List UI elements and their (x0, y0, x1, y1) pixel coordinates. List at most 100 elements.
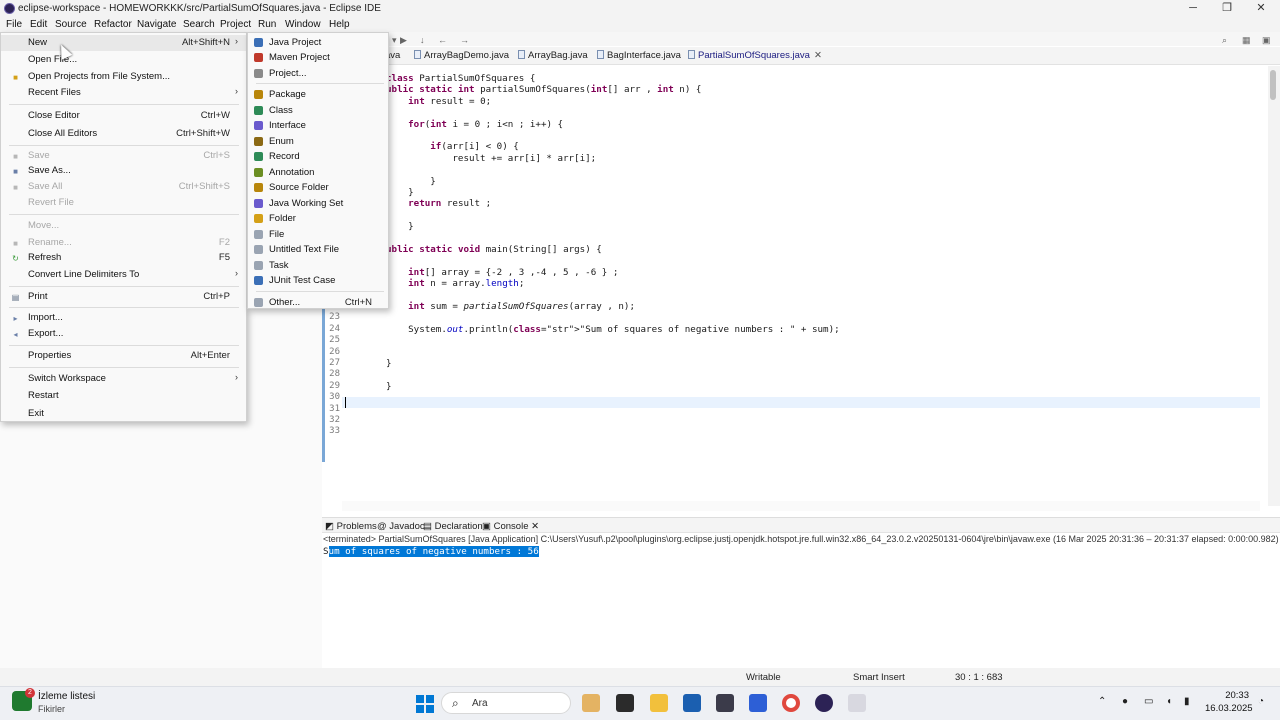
submenu-item[interactable]: Other... Ctrl+N (248, 295, 388, 310)
menu-help[interactable]: Help (329, 19, 350, 30)
forward-icon[interactable]: → (460, 35, 469, 45)
menu-item-save-as[interactable]: ■ Save As... (1, 163, 246, 179)
submenu-item[interactable]: Interface (248, 118, 388, 133)
snipping-tool-icon[interactable] (848, 694, 866, 712)
search-icon[interactable]: ⌕ (1222, 35, 1227, 46)
submenu-item[interactable]: Maven Project (248, 50, 388, 65)
terminal-icon[interactable] (616, 694, 634, 712)
menu-search[interactable]: Search (183, 19, 215, 30)
menu-project[interactable]: Project (220, 19, 251, 30)
tray-chevron-icon[interactable]: ⌃ (1098, 696, 1106, 707)
perspective-icon[interactable]: ▦ (1242, 35, 1251, 46)
menu-item-save[interactable]: ■ Save Ctrl+S (1, 148, 246, 164)
notifications-icon[interactable]: ◔ (1258, 696, 1264, 707)
menu-item-move[interactable]: Move... (1, 218, 246, 234)
tab-declaration[interactable]: ▤ Declaration (423, 521, 483, 532)
display-icon[interactable]: ▭ (1144, 696, 1153, 707)
code-line: } (386, 176, 436, 187)
submenu-item[interactable]: File (248, 227, 388, 242)
tab-arraybag[interactable]: ArrayBag.java (518, 50, 588, 61)
menu-item-new[interactable]: New Alt+Shift+N › (1, 35, 246, 51)
close-tab-icon[interactable]: ✕ (814, 50, 822, 61)
submenu-item[interactable]: Untitled Text File (248, 242, 388, 257)
menu-source[interactable]: Source (55, 19, 87, 30)
submenu-item[interactable]: Record (248, 149, 388, 164)
line-number: 25 (329, 335, 340, 345)
submenu-item[interactable]: Task (248, 258, 388, 273)
taskbar-search[interactable]: ⌕ Ara (441, 692, 571, 714)
submenu-item[interactable]: Project... (248, 66, 388, 81)
menu-file[interactable]: File (6, 19, 22, 30)
eclipse-icon[interactable] (815, 694, 833, 712)
widget-title[interactable]: İzleme listesi (38, 691, 95, 702)
menu-item-print[interactable]: ▤ Print Ctrl+P (1, 289, 246, 305)
menu-item-open-projects[interactable]: ■ Open Projects from File System... (1, 69, 246, 85)
app-icon[interactable] (749, 694, 767, 712)
menu-run[interactable]: Run (258, 19, 276, 30)
app-icon[interactable] (716, 694, 734, 712)
menu-item-export[interactable]: ◂ Export... (1, 326, 246, 342)
submenu-item[interactable]: Java Project (248, 35, 388, 50)
menu-item-exit[interactable]: Exit (1, 406, 246, 422)
menu-item-refresh[interactable]: ↻ Refresh F5 (1, 250, 246, 266)
submenu-item-label: Interface (269, 120, 306, 131)
file-explorer-icon[interactable] (650, 694, 668, 712)
menu-item-properties[interactable]: Properties Alt+Enter (1, 348, 246, 364)
submenu-item[interactable]: JUnit Test Case (248, 273, 388, 288)
menu-separator (9, 286, 239, 287)
close-console-icon[interactable]: ✕ (531, 521, 539, 532)
clock-date[interactable]: 16.03.2025 (1205, 703, 1253, 714)
windows-start-icon[interactable] (416, 695, 434, 713)
menu-item-close-editor[interactable]: Close Editor Ctrl+W (1, 108, 246, 124)
menu-item-close-all[interactable]: Close All Editors Ctrl+Shift+W (1, 126, 246, 142)
maximize-button[interactable]: ❐ (1212, 1, 1242, 16)
microphone-icon[interactable]: ● (1122, 696, 1128, 707)
submenu-item[interactable]: Folder (248, 211, 388, 226)
run-icon[interactable]: ▶ (400, 35, 407, 46)
submenu-item[interactable]: Class (248, 103, 388, 118)
menu-item-save-all[interactable]: ■ Save All Ctrl+Shift+S (1, 179, 246, 195)
java-perspective-icon[interactable]: ▣ (1262, 35, 1271, 46)
menu-navigate[interactable]: Navigate (137, 19, 176, 30)
menu-item-restart[interactable]: Restart (1, 388, 246, 404)
menu-item-open-file[interactable]: Open File... (1, 52, 246, 68)
tab-arraybagdemo[interactable]: ArrayBagDemo.java (414, 50, 509, 61)
editor-horizontal-scrollbar[interactable] (342, 501, 1260, 511)
submenu-item[interactable]: Source Folder (248, 180, 388, 195)
clock-time[interactable]: 20:33 (1205, 690, 1249, 701)
store-icon[interactable] (683, 694, 701, 712)
console-output[interactable]: Sum of squares of negative numbers : 56 (323, 546, 539, 557)
menu-edit[interactable]: Edit (30, 19, 47, 30)
menu-window[interactable]: Window (285, 19, 321, 30)
submenu-item[interactable]: Java Working Set (248, 196, 388, 211)
submenu-item[interactable]: Package (248, 87, 388, 102)
app-icon[interactable] (582, 694, 600, 712)
minimize-button[interactable]: ─ (1178, 1, 1208, 16)
tab-baginterface[interactable]: BagInterface.java (597, 50, 681, 61)
back-icon[interactable]: ← (438, 35, 447, 45)
editor-vertical-scrollbar[interactable] (1268, 66, 1280, 506)
java-file-icon (597, 50, 604, 59)
submenu-item[interactable]: Enum (248, 134, 388, 149)
tab-partialsumofsquares[interactable]: PartialSumOfSquares.java ✕ (688, 50, 822, 61)
chrome-icon[interactable] (782, 694, 800, 712)
menu-item-import[interactable]: ▸ Import... (1, 310, 246, 326)
menu-item-rename[interactable]: ■ Rename... F2 (1, 235, 246, 251)
battery-icon[interactable]: ▮ (1184, 696, 1190, 707)
menu-item-switch-workspace[interactable]: Switch Workspace › (1, 371, 246, 387)
toolbar-icon[interactable]: ▾ (392, 35, 397, 46)
task-icon (254, 261, 263, 270)
menu-item-convert-delimiters[interactable]: Convert Line Delimiters To › (1, 267, 246, 283)
tab-console[interactable]: ▣ Console ✕ (482, 521, 539, 532)
menu-item-revert[interactable]: Revert File (1, 195, 246, 211)
scroll-thumb[interactable] (1270, 70, 1276, 100)
tab-problems[interactable]: ◩ Problems (325, 521, 377, 532)
menu-refactor[interactable]: Refactor (94, 19, 132, 30)
volume-icon[interactable]: ◖ (1166, 696, 1172, 707)
selected-output-text[interactable]: um of squares of negative numbers : 56 (328, 546, 539, 557)
menu-item-recent-files[interactable]: Recent Files › (1, 85, 246, 101)
tab-javadoc[interactable]: @ Javadoc (377, 521, 425, 532)
next-annotation-icon[interactable]: ↓ (420, 35, 425, 45)
submenu-item[interactable]: Annotation (248, 165, 388, 180)
close-window-button[interactable]: ✕ (1246, 1, 1276, 16)
